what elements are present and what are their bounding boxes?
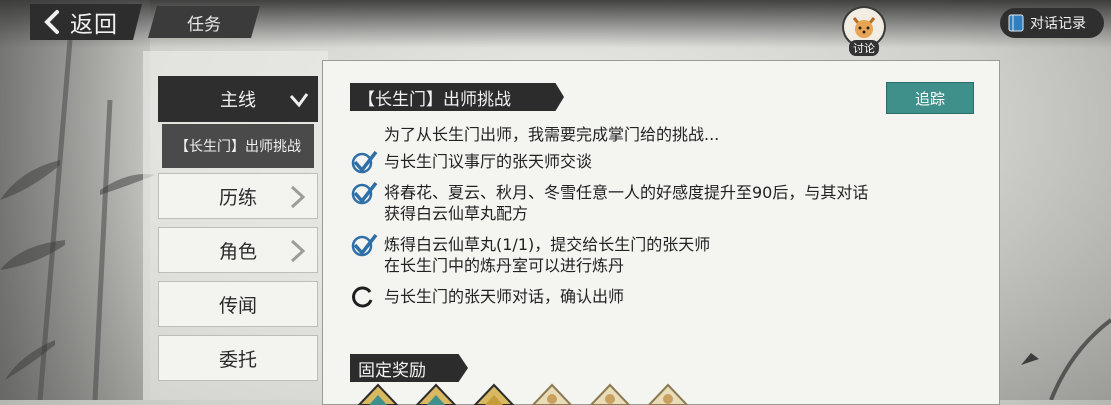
reward-pouch-icon[interactable] <box>587 381 633 405</box>
bamboo-decoration <box>0 40 155 400</box>
sidebar-item-training[interactable]: 历练 <box>158 173 318 219</box>
reward-pouch-icon[interactable] <box>645 381 691 405</box>
sidebar-item-label: 历练 <box>218 186 257 209</box>
task-text: 与长生门议事厅的张天师交谈 <box>384 152 593 171</box>
check-done-icon <box>351 150 378 174</box>
reward-scroll-icon[interactable] <box>413 381 459 405</box>
sidebar-item-label: 传闻 <box>218 294 257 317</box>
reward-scroll-icon[interactable] <box>355 381 401 405</box>
sidebar-item-characters[interactable]: 角色 <box>158 227 318 273</box>
back-button[interactable]: 返回 <box>30 4 142 40</box>
task-text: 与长生门的张天师对话，确认出师 <box>384 287 625 306</box>
quest-title: 【长生门】出师挑战 <box>350 83 564 111</box>
book-icon <box>1008 14 1024 32</box>
sidebar-main-label: 主线 <box>220 90 256 111</box>
discuss-button[interactable]: 讨论 <box>838 6 890 58</box>
task-text: 将春花、夏云、秋月、冬雪任意一人的好感度提升至90后，与其对话 <box>384 183 869 202</box>
sidebar-item-rumors[interactable]: 传闻 <box>158 281 318 327</box>
sidebar-item-label: 角色 <box>218 240 257 263</box>
task-text: 在长生门中的炼丹室可以进行炼丹 <box>384 256 625 275</box>
branch-decoration <box>1021 318 1111 400</box>
sidebar-item-main[interactable]: 主线 <box>158 76 318 122</box>
checkmark-icon <box>289 93 309 108</box>
chevron-right-icon <box>290 185 306 209</box>
sidebar-item-label: 委托 <box>218 348 257 371</box>
page-title: 任务 <box>148 6 260 38</box>
dialog-log-button[interactable]: 对话记录 <box>1000 8 1104 38</box>
reward-section-title: 固定奖励 <box>350 354 468 382</box>
task-text: 获得白云仙草丸配方 <box>384 204 529 223</box>
quest-description: 为了从长生门出师，我需要完成掌门给的挑战... <box>384 125 720 144</box>
track-button[interactable]: 追踪 <box>886 82 974 114</box>
reward-pouch-icon[interactable] <box>529 381 575 405</box>
discuss-label: 讨论 <box>849 40 879 56</box>
back-label: 返回 <box>70 12 118 38</box>
task-text: 炼得白云仙草丸(1/1)，提交给长生门的张天师 <box>384 235 711 254</box>
in-progress-circle-icon <box>352 286 373 308</box>
check-done-icon <box>351 181 378 205</box>
chevron-left-icon <box>44 10 59 34</box>
dialog-log-label: 对话记录 <box>1030 16 1086 32</box>
sidebar-quest-entry[interactable]: 【长生门】出师挑战 <box>162 124 314 168</box>
reward-scroll-icon[interactable] <box>471 381 517 405</box>
check-done-icon <box>351 233 378 257</box>
chevron-right-icon <box>290 239 306 263</box>
sidebar-item-commissions[interactable]: 委托 <box>158 335 318 381</box>
